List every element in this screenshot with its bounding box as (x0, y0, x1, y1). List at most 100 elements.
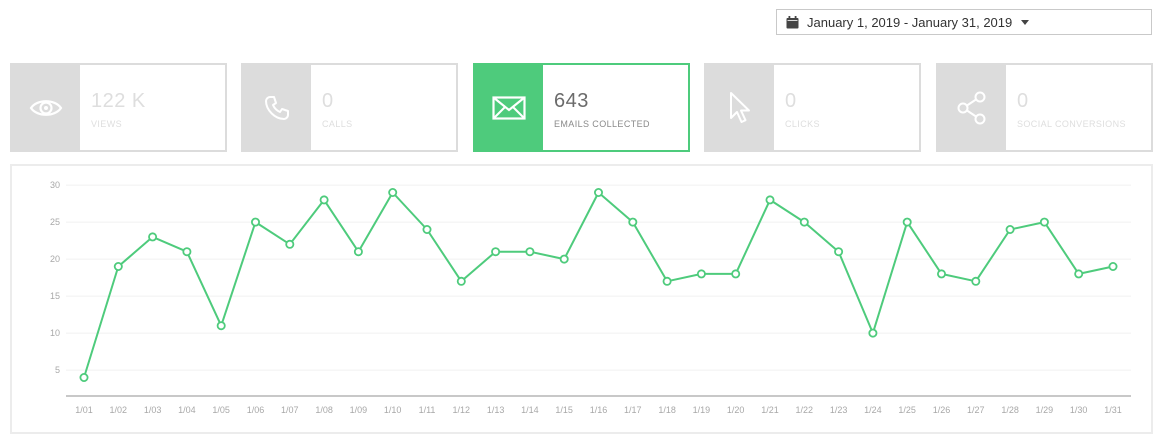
x-tick-label: 1/19 (693, 405, 711, 415)
data-point (388, 187, 398, 197)
series-line (83, 191, 1114, 378)
x-tick-label: 1/03 (144, 405, 162, 415)
social-conversions-label: SOCIAL CONVERSIONS (1017, 119, 1126, 129)
data-point (937, 269, 947, 279)
data-point (79, 372, 89, 382)
x-tick-label: 1/16 (590, 405, 608, 415)
phone-icon (265, 95, 289, 120)
x-tick-label: 1/08 (315, 405, 333, 415)
data-point (628, 217, 638, 227)
data-point (1005, 225, 1015, 235)
x-tick-label: 1/22 (796, 405, 814, 415)
x-tick-label: 1/23 (830, 405, 848, 415)
x-tick-label: 1/04 (178, 405, 196, 415)
data-point (456, 276, 466, 286)
social-conversions-value: 0 (1017, 90, 1029, 112)
x-tick-label: 1/24 (864, 405, 882, 415)
y-tick-label: 30 (50, 180, 60, 190)
calendar-icon (786, 15, 799, 28)
date-range-picker[interactable]: January 1, 2019 - January 31, 2019 (776, 9, 1152, 35)
data-point (731, 269, 741, 279)
emails-card[interactable]: 643 EMAILS COLLECTED (473, 63, 690, 152)
data-point (525, 247, 535, 257)
calls-label: CALLS (322, 119, 353, 129)
x-tick-label: 1/12 (453, 405, 471, 415)
data-point (594, 187, 604, 197)
data-point (285, 239, 295, 249)
data-point (216, 321, 226, 331)
x-tick-label: 1/02 (110, 405, 128, 415)
data-point (834, 247, 844, 257)
calls-icon-box (243, 65, 311, 150)
emails-label: EMAILS COLLECTED (554, 119, 650, 129)
data-point (696, 269, 706, 279)
views-value: 122 K (91, 90, 146, 112)
x-tick-label: 1/09 (350, 405, 368, 415)
data-point (148, 232, 158, 242)
x-tick-label: 1/10 (384, 405, 402, 415)
data-point (353, 247, 363, 257)
chevron-down-icon (1021, 19, 1030, 25)
data-point (765, 195, 775, 205)
x-tick-label: 1/29 (1036, 405, 1054, 415)
y-tick-label: 10 (50, 328, 60, 338)
x-tick-label: 1/05 (212, 405, 230, 415)
data-point (182, 247, 192, 257)
x-tick-label: 1/20 (727, 405, 745, 415)
x-tick-label: 1/17 (624, 405, 642, 415)
data-point (1108, 262, 1118, 272)
data-point (1074, 269, 1084, 279)
data-point (422, 225, 432, 235)
x-tick-label: 1/13 (487, 405, 505, 415)
envelope-icon (492, 95, 526, 120)
calls-card[interactable]: 0 CALLS (241, 63, 458, 152)
x-tick-label: 1/30 (1070, 405, 1088, 415)
line-chart-panel: 5 10 15 20 25 30 1/01 1/02 1/03 1/04 1/05 1/06 1/07 1… (10, 164, 1153, 434)
x-tick-label: 1/14 (521, 405, 539, 415)
x-tick-label: 1/25 (898, 405, 916, 415)
data-point (662, 276, 672, 286)
x-tick-label: 1/07 (281, 405, 299, 415)
y-tick-label: 5 (55, 365, 60, 375)
emails-line-chart: 5 10 15 20 25 30 1/01 1/02 1/03 1/04 1/05 1/06 1/07 1… (50, 180, 1131, 415)
clicks-label: CLICKS (785, 119, 820, 129)
data-point (250, 217, 260, 227)
x-tick-label: 1/27 (967, 405, 985, 415)
share-icon (957, 91, 986, 124)
data-point (319, 195, 329, 205)
data-point (971, 276, 981, 286)
views-label: VIEWS (91, 119, 123, 129)
data-point (1039, 217, 1049, 227)
social-conversions-card[interactable]: 0 SOCIAL CONVERSIONS (936, 63, 1153, 152)
data-point (868, 328, 878, 338)
data-point (559, 254, 569, 264)
emails-value: 643 (554, 90, 589, 112)
data-point (902, 217, 912, 227)
eye-icon (29, 99, 63, 116)
y-tick-label: 15 (50, 291, 60, 301)
x-tick-label: 1/18 (658, 405, 676, 415)
cursor-icon (730, 91, 750, 123)
data-point (491, 247, 501, 257)
dashboard: January 1, 2019 - January 31, 2019 122 K… (0, 0, 1164, 448)
clicks-card[interactable]: 0 CLICKS (704, 63, 921, 152)
x-tick-label: 1/31 (1104, 405, 1122, 415)
x-tick-label: 1/21 (761, 405, 779, 415)
date-range-label: January 1, 2019 - January 31, 2019 (807, 14, 1013, 30)
x-tick-label: 1/01 (75, 405, 93, 415)
data-point (113, 262, 123, 272)
views-card[interactable]: 122 K VIEWS (10, 63, 227, 152)
x-tick-label: 1/06 (247, 405, 265, 415)
x-tick-label: 1/28 (1001, 405, 1019, 415)
x-tick-label: 1/26 (933, 405, 951, 415)
clicks-value: 0 (785, 90, 797, 112)
x-tick-label: 1/11 (419, 405, 436, 415)
social-icon-box (938, 65, 1006, 150)
views-icon-box (12, 65, 80, 150)
calls-value: 0 (322, 90, 334, 112)
x-tick-label: 1/15 (555, 405, 573, 415)
y-tick-label: 25 (50, 217, 60, 227)
data-point (799, 217, 809, 227)
y-tick-label: 20 (50, 254, 60, 264)
clicks-icon-box (706, 65, 774, 150)
